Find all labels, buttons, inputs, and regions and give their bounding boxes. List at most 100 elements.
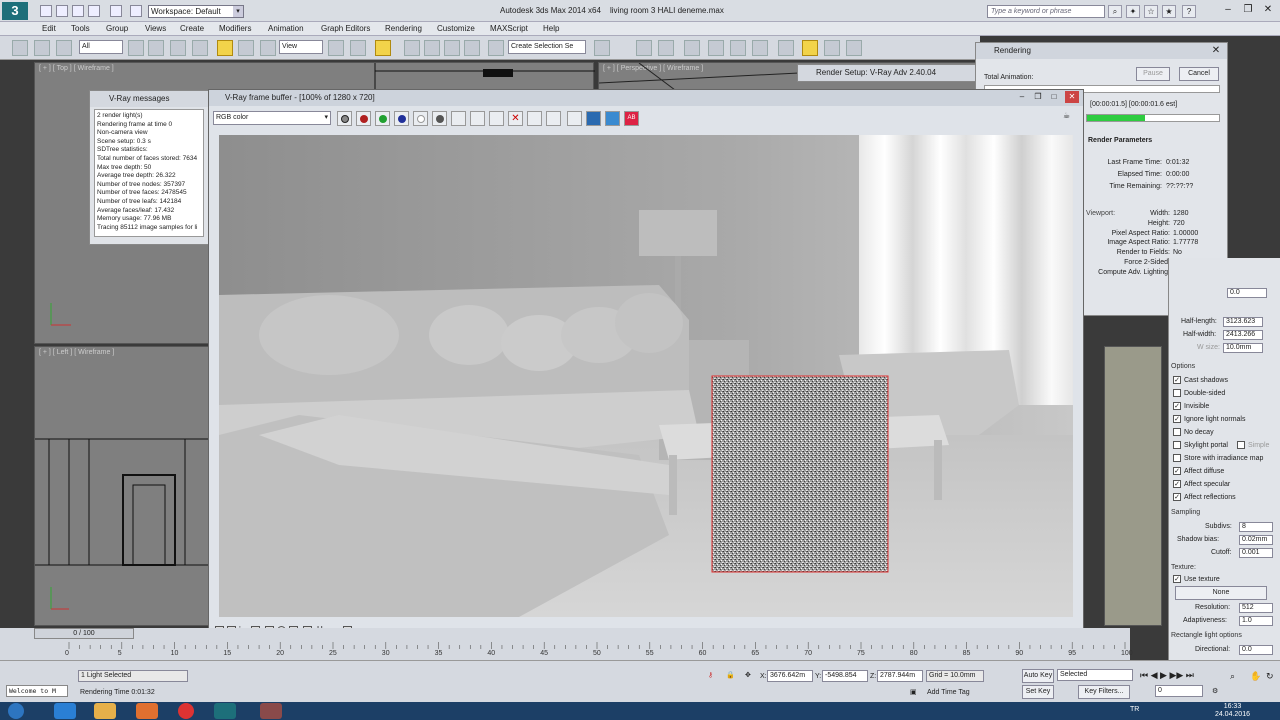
orbit-icon[interactable]: ↻ [1266, 671, 1274, 682]
menu-tools[interactable]: Tools [71, 24, 90, 33]
viewport-camera-edge[interactable] [1104, 346, 1162, 626]
subdivs-field[interactable]: 8 [1239, 522, 1273, 532]
directional-field[interactable]: 0.0 [1239, 645, 1273, 655]
w-size-field[interactable]: 10.0mm [1223, 343, 1263, 353]
option-checkbox[interactable] [1173, 389, 1181, 397]
y-coordinate-field[interactable]: -5498.854 [822, 670, 868, 682]
use-texture-option[interactable]: ✓ Use texture [1173, 575, 1220, 583]
option-checkbox[interactable]: ✓ [1173, 493, 1181, 501]
redo-icon[interactable] [110, 5, 122, 17]
option-checkbox[interactable]: ✓ [1173, 402, 1181, 410]
system-clock[interactable]: 16:33 24.04.2016 [1215, 703, 1250, 719]
curve-editor-icon[interactable] [708, 40, 724, 56]
region-render-icon[interactable] [567, 111, 582, 126]
rendered-frame-window-icon[interactable] [802, 40, 818, 56]
save-image-icon[interactable] [451, 111, 466, 126]
start-button-icon[interactable] [8, 703, 24, 719]
pivot-center-icon[interactable] [328, 40, 344, 56]
half-width-field[interactable]: 2413.266 [1223, 330, 1263, 340]
load-image-icon[interactable] [489, 111, 504, 126]
schematic-view-icon[interactable] [730, 40, 746, 56]
close-icon[interactable]: ✕ [1208, 44, 1224, 58]
key-set-dropdown[interactable]: Selected [1057, 669, 1133, 681]
red-channel-icon[interactable] [356, 111, 371, 126]
clear-image-icon[interactable]: ✕ [508, 111, 523, 126]
help-icon[interactable]: ? [1182, 5, 1196, 18]
window-crossing-icon[interactable] [192, 40, 208, 56]
menu-maxscript[interactable]: MAXScript [490, 24, 528, 33]
teapot-render-icon[interactable]: ☕ [1063, 111, 1078, 126]
link-icon[interactable] [12, 40, 28, 56]
key-filters-button[interactable]: Key Filters... [1078, 685, 1130, 699]
vray-frame-buffer-window[interactable]: V-Ray frame buffer - [100% of 1280 x 720… [208, 89, 1084, 641]
top-value-field[interactable]: 0.0 [1227, 288, 1267, 298]
half-length-field[interactable]: 3123.623 [1223, 317, 1263, 327]
blue-channel-icon[interactable] [394, 111, 409, 126]
spinner-snap-icon[interactable] [464, 40, 480, 56]
option-row[interactable]: ✓ Affect diffuse [1173, 467, 1224, 475]
set-key-button[interactable]: Set Key [1022, 685, 1054, 699]
resolution-field[interactable]: 512 [1239, 603, 1273, 613]
menu-graph-editors[interactable]: Graph Editors [321, 24, 370, 33]
file-explorer-icon[interactable] [94, 703, 116, 719]
render-iterative-icon[interactable] [846, 40, 862, 56]
minimize-icon[interactable]: – [1220, 3, 1236, 17]
bind-spacewarp-icon[interactable] [56, 40, 72, 56]
snaps-toggle-icon[interactable] [404, 40, 420, 56]
menu-rendering[interactable]: Rendering [385, 24, 422, 33]
option-row[interactable]: ✓ Affect reflections [1173, 493, 1236, 501]
move-icon[interactable] [217, 40, 233, 56]
green-channel-icon[interactable] [375, 111, 390, 126]
rendered-image[interactable] [219, 135, 1073, 617]
layer-manager-icon[interactable] [658, 40, 674, 56]
monochrome-icon[interactable] [432, 111, 447, 126]
rotate-icon[interactable] [238, 40, 254, 56]
menu-modifiers[interactable]: Modifiers [219, 24, 251, 33]
option-checkbox[interactable] [1173, 428, 1181, 436]
playback-controls[interactable]: ⏮ ◀ ▶ ▶▶ ⏭ [1140, 670, 1194, 681]
scale-icon[interactable] [260, 40, 276, 56]
vray-messages-window[interactable]: V-Ray messages 2 render light(s) Renderin… [89, 90, 209, 245]
option-checkbox[interactable] [1173, 441, 1181, 449]
mirror-icon[interactable] [594, 40, 610, 56]
edit-named-selection-icon[interactable] [488, 40, 504, 56]
save-all-icon[interactable] [470, 111, 485, 126]
pause-button[interactable]: Pause [1136, 67, 1170, 81]
media-player-icon[interactable] [136, 703, 158, 719]
option-row[interactable]: Double-sided [1173, 389, 1225, 397]
vray-messages-log[interactable]: 2 render light(s) Rendering frame at time… [94, 109, 204, 237]
use-texture-checkbox[interactable]: ✓ [1173, 575, 1181, 583]
align-icon[interactable] [636, 40, 652, 56]
key-mode-icon[interactable]: ⚷ [708, 671, 713, 679]
option-row[interactable]: ✓ Affect specular [1173, 480, 1230, 488]
auto-key-button[interactable]: Auto Key [1022, 669, 1054, 683]
texture-map-button[interactable]: None [1175, 586, 1267, 600]
option-checkbox[interactable]: ✓ [1173, 376, 1181, 384]
restore-icon[interactable]: ❐ [1240, 3, 1256, 17]
new-file-icon[interactable] [40, 5, 52, 17]
maxscript-listener-input[interactable]: Welcome to M [6, 685, 68, 697]
select-object-icon[interactable] [128, 40, 144, 56]
menu-views[interactable]: Views [145, 24, 166, 33]
reference-coordinate-dropdown[interactable]: View [279, 40, 323, 54]
simple-option[interactable]: Simple [1237, 441, 1269, 449]
vray-taskbar-icon[interactable] [260, 703, 282, 719]
ab-compare-icon[interactable]: AB [624, 111, 639, 126]
menu-group[interactable]: Group [106, 24, 128, 33]
time-config-icon[interactable]: ⚙ [1212, 687, 1218, 695]
time-tag-icon[interactable]: ▣ [910, 688, 917, 696]
option-row[interactable]: ✓ Ignore light normals [1173, 415, 1245, 423]
restore-icon[interactable]: ❐ [1031, 91, 1045, 103]
search-input[interactable]: Type a keyword or phrase [987, 5, 1105, 18]
absolute-mode-icon[interactable]: ✥ [745, 671, 751, 679]
percent-snap-icon[interactable] [444, 40, 460, 56]
z-coordinate-field[interactable]: 2787.944m [877, 670, 923, 682]
named-selection-set-dropdown[interactable]: Create Selection Se [508, 40, 586, 54]
undo-icon[interactable] [88, 5, 100, 17]
favorites-icon[interactable]: ★ [1162, 5, 1176, 18]
menu-help[interactable]: Help [543, 24, 559, 33]
selection-filter-dropdown[interactable]: All [79, 40, 123, 54]
option-row[interactable]: No decay [1173, 428, 1214, 436]
option-checkbox[interactable]: ✓ [1173, 415, 1181, 423]
menu-edit[interactable]: Edit [42, 24, 56, 33]
